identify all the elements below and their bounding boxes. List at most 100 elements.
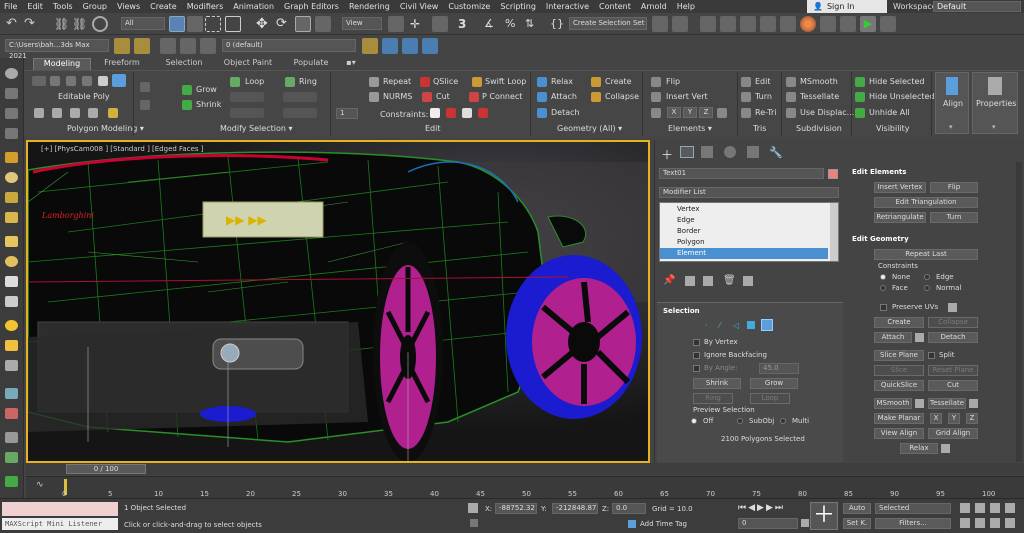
menu-group[interactable]: Group	[83, 2, 107, 11]
ribbon-spinner[interactable]: 1	[336, 108, 358, 119]
reference-coordinate-dropdown[interactable]: View	[342, 17, 382, 30]
use-displacement-icon[interactable]	[786, 108, 796, 118]
zoom-extents-all-icon[interactable]	[1005, 503, 1015, 513]
zoom-icon[interactable]	[960, 503, 970, 513]
box-icon[interactable]	[5, 192, 18, 203]
window-crossing-icon[interactable]	[225, 16, 241, 32]
stack-scrollbar[interactable]	[830, 203, 838, 261]
edit-tris-icon[interactable]	[741, 77, 751, 87]
insert-vert-button[interactable]: Insert Vert	[666, 92, 708, 101]
constraint-none-radio[interactable]	[880, 274, 886, 280]
display-tab-icon[interactable]	[747, 146, 759, 158]
qslice-icon[interactable]	[420, 77, 430, 87]
insert-vert-icon[interactable]	[651, 92, 661, 102]
z-coord-field[interactable]: 0.0	[612, 503, 646, 514]
section-geometry-all[interactable]: Geometry (All) ▾	[557, 124, 622, 133]
cone-icon[interactable]	[5, 276, 18, 287]
list-tool-icon[interactable]	[5, 128, 18, 139]
spacewarp-icon[interactable]	[5, 408, 18, 419]
tessellate-button[interactable]: Tessellate	[928, 398, 966, 409]
menu-scripting[interactable]: Scripting	[500, 2, 536, 11]
planar-y-button[interactable]: Y	[948, 413, 960, 424]
section-subdivision[interactable]: Subdivision	[796, 124, 842, 133]
repeat-icon[interactable]	[369, 77, 379, 87]
preserve-uvs-settings-icon[interactable]	[948, 303, 957, 312]
attach-settings-icon[interactable]	[915, 333, 924, 342]
turn-button[interactable]: Turn	[755, 92, 772, 101]
percent-snap-icon[interactable]: %	[505, 16, 521, 32]
absolute-mode-icon[interactable]	[470, 519, 478, 527]
align-button[interactable]: Align ▾	[935, 72, 969, 134]
tab-object-paint[interactable]: Object Paint	[215, 58, 281, 70]
edit-elements-title[interactable]: Edit Elements	[852, 168, 906, 176]
retriangulate-button[interactable]: Retriangulate	[874, 212, 926, 223]
rotate-icon[interactable]: ⟳	[276, 16, 292, 32]
collapse-icon[interactable]	[591, 92, 601, 102]
bind-spacewarp-icon[interactable]	[92, 16, 108, 32]
sel-polygon-icon[interactable]	[747, 321, 755, 329]
ring-grow-icon[interactable]	[283, 92, 317, 102]
maxscript-input[interactable]	[2, 502, 118, 516]
orbit-icon[interactable]	[990, 518, 1000, 528]
ring-icon[interactable]	[285, 77, 295, 87]
attach-icon[interactable]	[537, 92, 547, 102]
menu-animation[interactable]: Animation	[233, 2, 274, 11]
hide-selected-button[interactable]: Hide Selected	[869, 77, 924, 86]
tessellate-button[interactable]: Tessellate	[800, 92, 839, 101]
msmooth-settings-icon[interactable]	[915, 399, 924, 408]
maximize-viewport-icon[interactable]	[1005, 518, 1015, 528]
constraint-face-radio[interactable]	[880, 285, 886, 291]
menu-content[interactable]: Content	[599, 2, 631, 11]
flip-button[interactable]: Flip	[930, 182, 978, 193]
grow-button[interactable]: Grow	[196, 85, 217, 94]
section-elements[interactable]: Elements ▾	[668, 124, 712, 133]
edit-tris-button[interactable]: Edit	[755, 77, 771, 86]
menu-file[interactable]: File	[4, 2, 17, 11]
key-filters-button[interactable]: Filters...	[875, 518, 951, 529]
torus-icon[interactable]	[5, 256, 18, 267]
pyramid-icon[interactable]	[5, 296, 18, 307]
rendered-frame-window-icon[interactable]	[840, 16, 856, 32]
select-manipulate-icon[interactable]: ✛	[410, 16, 426, 32]
create-tab-icon[interactable]: ＋	[661, 146, 673, 163]
relax-button[interactable]: Relax	[900, 443, 938, 454]
sel-element-icon[interactable]	[761, 319, 773, 331]
current-frame-field[interactable]: 0	[738, 518, 798, 529]
object-color-swatch[interactable]	[828, 169, 838, 179]
select-by-name-icon[interactable]	[187, 16, 203, 32]
flip-icon[interactable]	[651, 77, 661, 87]
menu-help[interactable]: Help	[677, 2, 695, 11]
ribbon-options-icon[interactable]: ▪▾	[343, 58, 359, 70]
tessellate-icon[interactable]	[786, 92, 796, 102]
section-modify-selection[interactable]: Modify Selection ▾	[220, 124, 292, 133]
turn-button[interactable]: Turn	[930, 212, 978, 223]
retri-button[interactable]: Re-Tri	[755, 108, 777, 117]
project-folder-icon[interactable]	[114, 38, 130, 54]
msmooth-icon[interactable]	[786, 77, 796, 87]
key-filter-dropdown[interactable]: Selected	[875, 503, 951, 514]
placement-icon[interactable]	[315, 16, 331, 32]
menu-views[interactable]: Views	[117, 2, 140, 11]
viewport[interactable]: ▶▶ ▶▶ Lamborghini [+] [PhysCam008 ] [Sta…	[26, 140, 650, 463]
by-angle-field[interactable]: 45.0	[759, 363, 799, 374]
layer-dropdown[interactable]: 0 (default)	[222, 39, 356, 52]
grow-icon[interactable]	[182, 85, 192, 95]
swift-loop-icon[interactable]	[472, 77, 482, 87]
unhide-all-icon[interactable]	[855, 108, 865, 118]
shrink-button[interactable]: Shrink	[196, 100, 221, 109]
add-time-tag-button[interactable]: Add Time Tag	[640, 520, 687, 528]
attach-button[interactable]: Attach	[551, 92, 577, 101]
layer-explorer-icon[interactable]	[720, 16, 736, 32]
slice-button[interactable]: Slice	[874, 365, 924, 376]
viewport-eye-icon[interactable]	[5, 68, 18, 79]
section-tris[interactable]: Tris	[753, 124, 766, 133]
retri-icon[interactable]	[741, 108, 751, 118]
constraint-normal-icon[interactable]	[478, 108, 488, 118]
by-vertex-checkbox[interactable]	[693, 339, 700, 346]
menu-tools[interactable]: Tools	[53, 2, 73, 11]
make-planar-x-button[interactable]: X	[667, 107, 681, 118]
shrink-button[interactable]: Shrink	[693, 378, 741, 389]
planar-x-button[interactable]: X	[930, 413, 942, 424]
add-to-layer-icon[interactable]	[382, 38, 398, 54]
workspaces-dropdown[interactable]: Default	[933, 1, 1021, 12]
